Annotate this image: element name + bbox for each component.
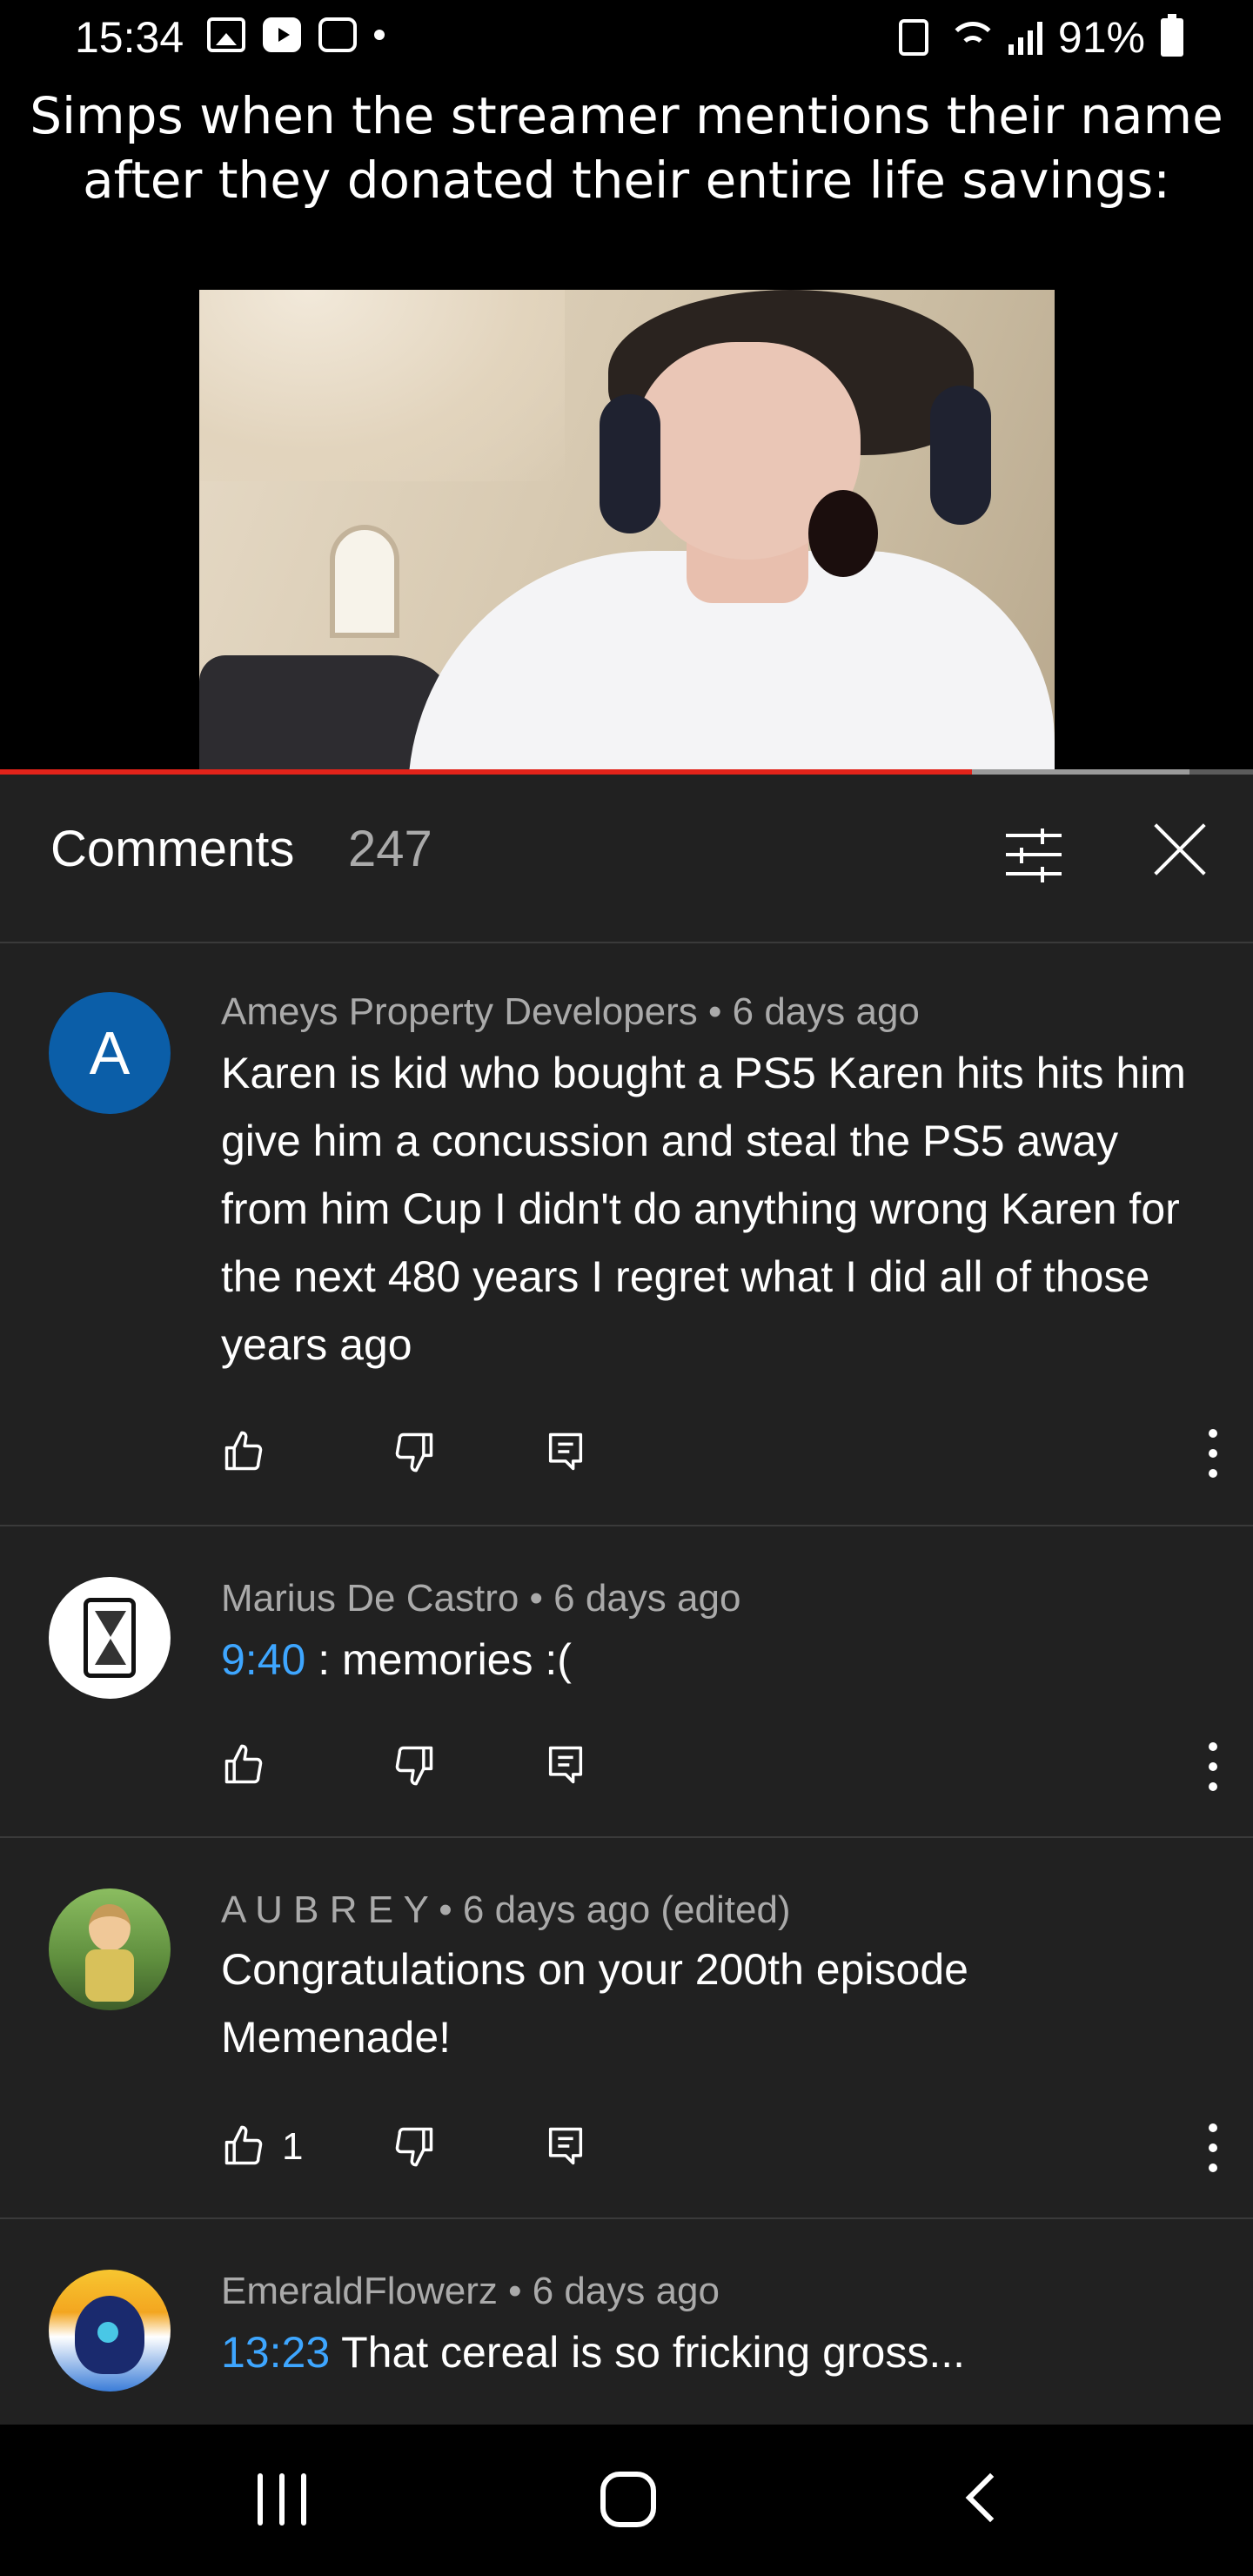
notification-dot: [374, 30, 385, 40]
dislike-icon[interactable]: [392, 2123, 437, 2169]
comment-actions: 1: [221, 2123, 1217, 2176]
reply-icon[interactable]: [543, 2123, 588, 2169]
status-time: 15:34: [75, 13, 184, 62]
battery-icon: [1161, 14, 1183, 57]
comment-meta: A U B R E Y • 6 days ago (edited): [221, 1888, 791, 1931]
recycle-icon: [898, 19, 928, 56]
status-bar: 15:34 91%: [0, 0, 1253, 73]
comment-item: Marius De Castro • 6 days ago 9:40 : mem…: [0, 1526, 1253, 1838]
reply-icon[interactable]: [543, 1429, 588, 1474]
dislike-icon[interactable]: [392, 1429, 437, 1474]
comment-text: Congratulations on your 200th episode Me…: [221, 1945, 968, 2062]
comment-meta: Ameys Property Developers • 6 days ago: [221, 990, 920, 1033]
comment-body: : memories :(: [305, 1635, 572, 1684]
timestamp-link[interactable]: 13:23: [221, 2328, 330, 2377]
avatar[interactable]: [49, 2270, 171, 2392]
comment-actions: [221, 1429, 1217, 1481]
system-nav-bar: [0, 2425, 1253, 2576]
avatar[interactable]: A: [49, 992, 171, 1114]
sort-filter-icon[interactable]: [1006, 828, 1062, 882]
youtube-icon: [263, 17, 301, 52]
status-icons-right: 91%: [898, 12, 1183, 63]
gallery-icon: [207, 17, 245, 52]
comment-item: A U B R E Y • 6 days ago (edited) Congra…: [0, 1838, 1253, 2219]
comment-body: That cereal is so fricking gross...: [330, 2328, 966, 2377]
avatar[interactable]: [49, 1577, 171, 1699]
recent-apps-icon[interactable]: [258, 2473, 306, 2526]
comment-text: 13:23 That cereal is so fricking gross..…: [221, 2318, 1204, 2386]
more-options-icon[interactable]: [1204, 2123, 1222, 2172]
like-icon[interactable]: [221, 2123, 266, 2169]
signal-icon: [1008, 20, 1042, 55]
dislike-icon[interactable]: [392, 1742, 437, 1788]
comments-panel: Comments 247 A Ameys Property Developers…: [0, 775, 1253, 2425]
battery-percent: 91%: [1057, 13, 1145, 62]
comment-text: 9:40 : memories :(: [221, 1626, 1204, 1694]
comment-text: Karen is kid who bought a PS5 Karen hits…: [221, 1049, 1186, 1369]
game-icon: [318, 17, 357, 52]
status-icons-left: [207, 17, 385, 52]
meme-caption: Simps when the streamer mentions their n…: [30, 86, 1223, 210]
video-player[interactable]: Simps when the streamer mentions their n…: [0, 73, 1253, 775]
comments-count: 247: [348, 821, 432, 877]
comment-item: EmeraldFlowerz • 6 days ago 13:23 That c…: [0, 2219, 1253, 2425]
like-icon[interactable]: [221, 1742, 266, 1788]
comments-header: Comments 247: [0, 775, 1253, 943]
more-options-icon[interactable]: [1204, 1429, 1222, 1478]
comment-actions: [221, 1742, 1217, 1794]
more-options-icon[interactable]: [1204, 1742, 1222, 1791]
comment-meta: EmeraldFlowerz • 6 days ago: [221, 2270, 720, 2312]
comment-item: A Ameys Property Developers • 6 days ago…: [0, 943, 1253, 1526]
meme-image: [199, 290, 1055, 775]
comment-meta: Marius De Castro • 6 days ago: [221, 1577, 741, 1620]
wifi-icon: [944, 20, 998, 55]
close-icon[interactable]: [1150, 820, 1209, 879]
avatar[interactable]: [49, 1888, 171, 2010]
like-icon[interactable]: [221, 1429, 266, 1474]
like-count: 1: [282, 2125, 304, 2168]
reply-icon[interactable]: [543, 1742, 588, 1788]
comments-title: Comments: [50, 821, 295, 877]
back-icon[interactable]: [957, 2475, 1006, 2524]
home-icon[interactable]: [600, 2472, 656, 2527]
timestamp-link[interactable]: 9:40: [221, 1635, 305, 1684]
